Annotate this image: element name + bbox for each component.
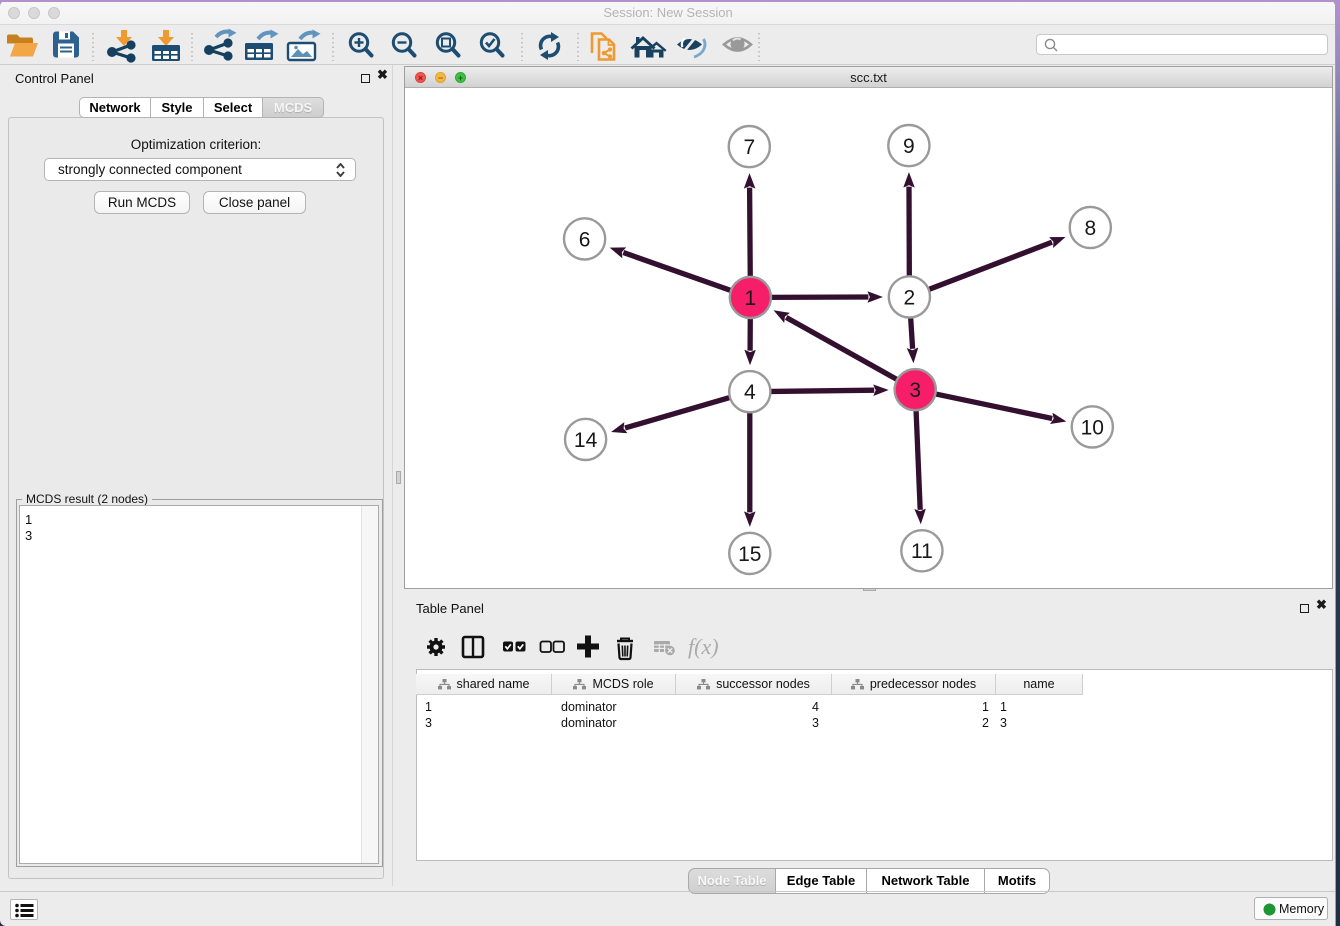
svg-text:7: 7 bbox=[743, 136, 755, 159]
svg-text:1: 1 bbox=[745, 287, 757, 310]
svg-text:9: 9 bbox=[903, 135, 915, 158]
svg-text:2: 2 bbox=[904, 286, 916, 309]
svg-text:4: 4 bbox=[744, 381, 756, 404]
svg-text:f(x): f(x) bbox=[688, 634, 719, 659]
svg-text:8: 8 bbox=[1084, 217, 1096, 240]
svg-text:15: 15 bbox=[738, 543, 761, 566]
svg-text:14: 14 bbox=[574, 429, 598, 452]
svg-text:10: 10 bbox=[1081, 416, 1104, 439]
svg-text:6: 6 bbox=[579, 228, 591, 251]
svg-text:3: 3 bbox=[909, 379, 921, 402]
svg-text:11: 11 bbox=[911, 540, 933, 563]
